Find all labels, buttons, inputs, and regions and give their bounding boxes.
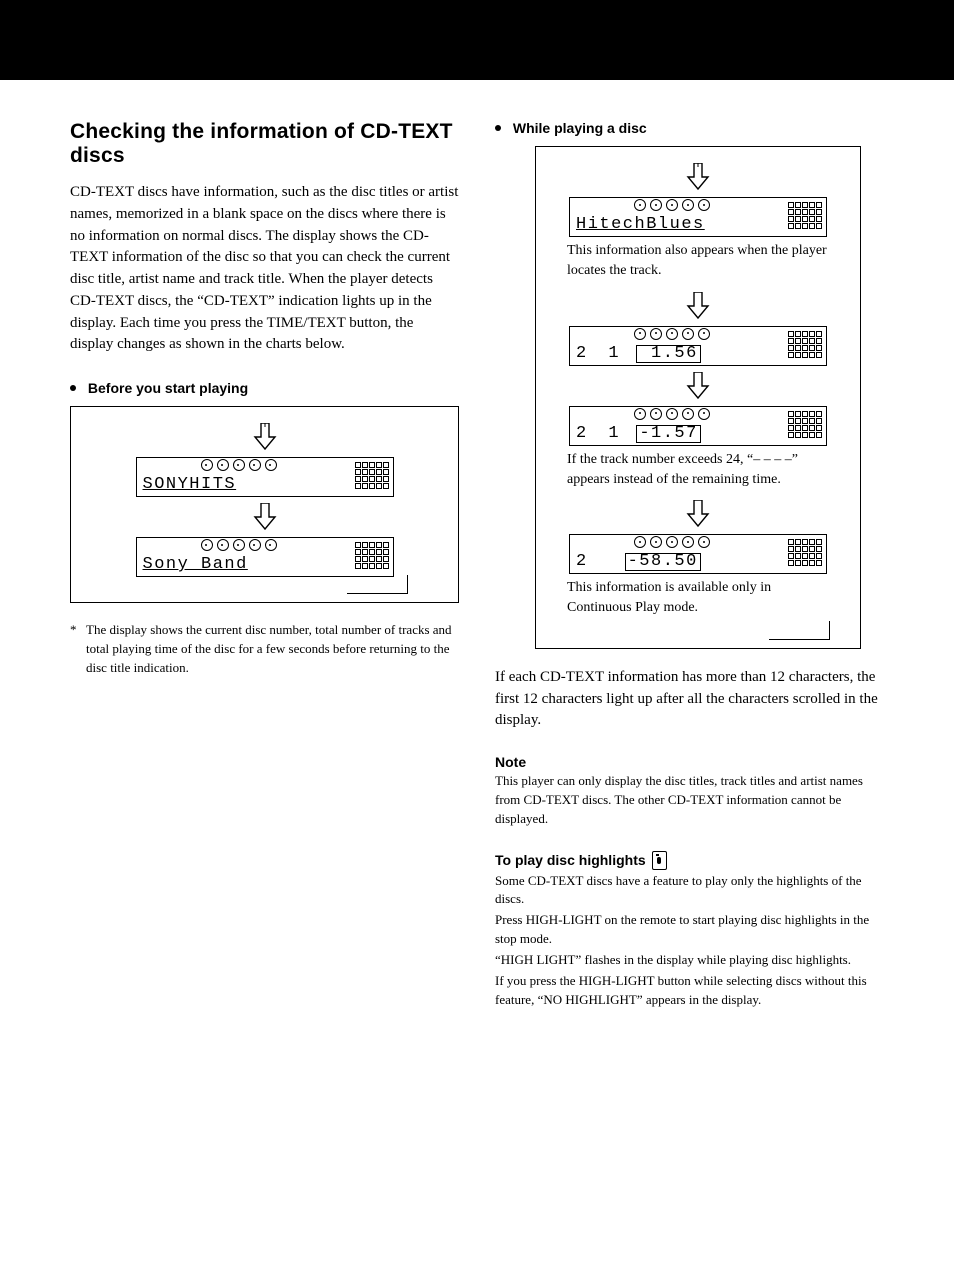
left-column: Checking the information of CD-TEXT disc… bbox=[70, 120, 459, 1023]
lcd-remain-disc: 2 bbox=[576, 424, 592, 443]
before-playing-heading: Before you start playing bbox=[70, 380, 459, 396]
calendar-grid-icon bbox=[788, 202, 822, 229]
lcd-elapsed-disc: 2 bbox=[576, 344, 592, 363]
lcd-artist: Sony Band bbox=[136, 537, 394, 577]
while-playing-label: While playing a disc bbox=[513, 120, 647, 136]
intro-paragraph: CD-TEXT discs have information, such as … bbox=[70, 182, 459, 356]
caption-exceeds-24: If the track number exceeds 24, “– – – –… bbox=[567, 450, 829, 491]
lcd-elapsed-track: 1 bbox=[608, 344, 624, 363]
calendar-grid-icon bbox=[788, 411, 822, 438]
lcd-remaining-time: 2 1 -1.57 bbox=[569, 406, 827, 446]
lcd-disc-remain-time: -58.50 bbox=[625, 553, 701, 571]
calendar-grid-icon bbox=[788, 331, 822, 358]
down-arrow-icon bbox=[253, 423, 277, 451]
callout-line bbox=[347, 575, 408, 594]
highlights-p3: “HIGH LIGHT” flashes in the display whil… bbox=[495, 951, 884, 970]
calendar-grid-icon bbox=[355, 542, 389, 569]
lcd-disc-remaining: 2 -58.50 bbox=[569, 534, 827, 574]
lcd-track-title: HitechBlues bbox=[569, 197, 827, 237]
disc-indicators-icon bbox=[201, 539, 277, 551]
bullet-icon bbox=[495, 125, 501, 131]
footnote-text: The display shows the current disc numbe… bbox=[86, 621, 459, 678]
lcd-disc-title: SONYHITS bbox=[136, 457, 394, 497]
calendar-grid-icon bbox=[788, 539, 822, 566]
highlights-p1: Some CD-TEXT discs have a feature to pla… bbox=[495, 872, 884, 910]
top-black-bar bbox=[0, 0, 954, 80]
disc-indicators-icon bbox=[634, 199, 710, 211]
footnote-marker: * bbox=[70, 621, 86, 678]
lcd-elapsed-time: 2 1 1.56 bbox=[569, 326, 827, 366]
lcd-remain-track: 1 bbox=[608, 424, 624, 443]
calendar-grid-icon bbox=[355, 462, 389, 489]
callout-line bbox=[769, 621, 830, 640]
lcd-elapsed-time-value: 1.56 bbox=[636, 345, 701, 363]
remote-control-icon bbox=[652, 851, 667, 870]
caption-continuous: This information is available only in Co… bbox=[567, 578, 829, 619]
disc-indicators-icon bbox=[634, 408, 710, 420]
page-content: Checking the information of CD-TEXT disc… bbox=[0, 80, 954, 1083]
while-playing-heading: While playing a disc bbox=[495, 120, 884, 136]
highlights-heading: To play disc highlights bbox=[495, 851, 884, 870]
down-arrow-icon bbox=[686, 500, 710, 528]
lcd-disc-remain-disc: 2 bbox=[576, 552, 592, 571]
right-column: While playing a disc HitechBlues This in… bbox=[495, 120, 884, 1023]
down-arrow-icon bbox=[686, 372, 710, 400]
highlights-p4: If you press the HIGH-LIGHT button while… bbox=[495, 972, 884, 1010]
highlights-heading-text: To play disc highlights bbox=[495, 852, 646, 868]
down-arrow-icon bbox=[253, 503, 277, 531]
note-heading: Note bbox=[495, 754, 884, 770]
highlights-p2: Press HIGH-LIGHT on the remote to start … bbox=[495, 911, 884, 949]
disc-indicators-icon bbox=[201, 459, 277, 471]
lcd-remain-time-value: -1.57 bbox=[636, 425, 701, 443]
before-playing-label: Before you start playing bbox=[88, 380, 248, 396]
disc-indicators-icon bbox=[634, 328, 710, 340]
section-heading: Checking the information of CD-TEXT disc… bbox=[70, 120, 459, 168]
footnote: * The display shows the current disc num… bbox=[70, 621, 459, 678]
lcd-disc-title-text: SONYHITS bbox=[143, 475, 237, 494]
lcd-artist-text: Sony Band bbox=[143, 555, 248, 574]
lcd-track-title-text: HitechBlues bbox=[576, 215, 705, 234]
caption-track-appears: This information also appears when the p… bbox=[567, 241, 829, 282]
while-playing-diagram: HitechBlues This information also appear… bbox=[535, 146, 861, 649]
note-body: This player can only display the disc ti… bbox=[495, 772, 884, 829]
scroll-paragraph: If each CD-TEXT information has more tha… bbox=[495, 667, 884, 732]
bullet-icon bbox=[70, 385, 76, 391]
disc-indicators-icon bbox=[634, 536, 710, 548]
down-arrow-icon bbox=[686, 292, 710, 320]
before-playing-diagram: SONYHITS Sony Band bbox=[70, 406, 459, 603]
down-arrow-icon bbox=[686, 163, 710, 191]
